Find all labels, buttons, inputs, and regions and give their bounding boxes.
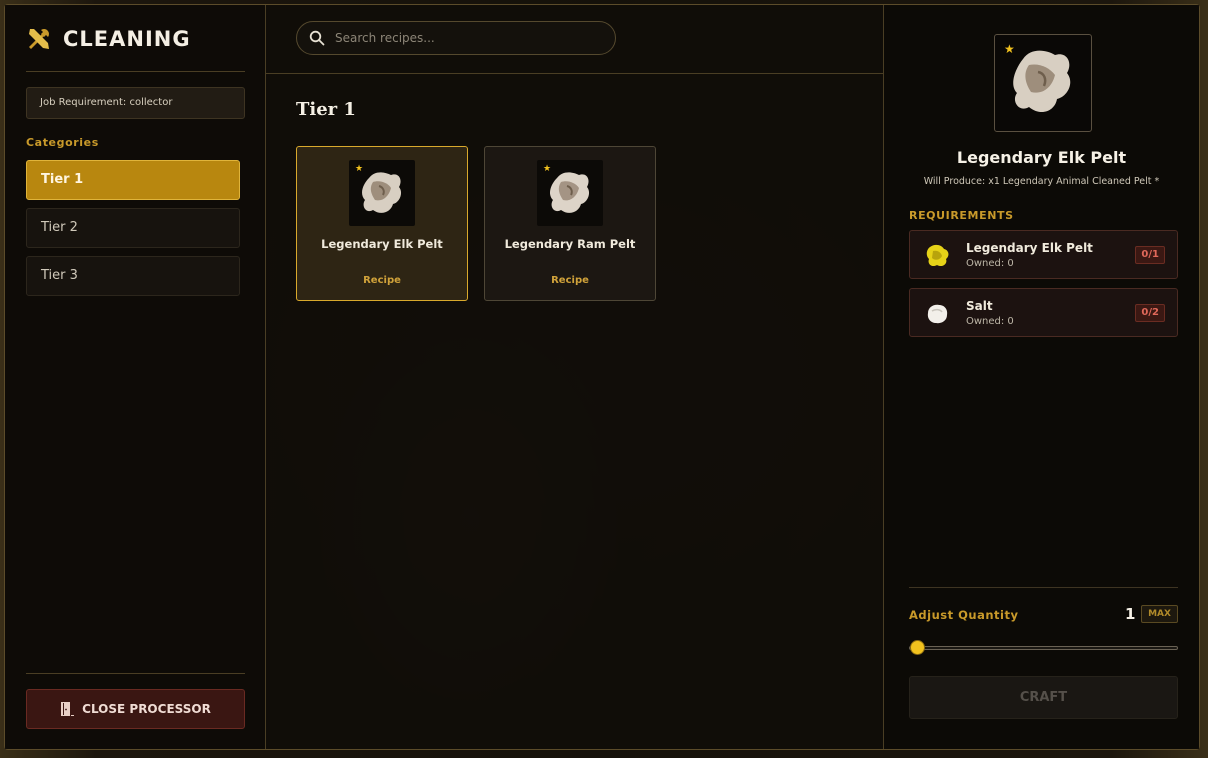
- close-processor-button[interactable]: CLOSE PROCESSOR: [26, 689, 245, 729]
- category-tier-1[interactable]: Tier 1: [26, 160, 240, 200]
- produce-note: Will Produce: x1 Legendary Animal Cleane…: [923, 176, 1160, 187]
- requirement-count-badge: 0/2: [1135, 304, 1165, 322]
- craft-button[interactable]: CRAFT: [909, 676, 1178, 719]
- recipe-name: Legendary Elk Pelt: [321, 237, 443, 251]
- recipe-card-legendary-ram-pelt[interactable]: ★ Legendary Ram Pelt Recipe: [484, 146, 656, 301]
- pelt-thumbnail: ★: [537, 160, 603, 226]
- search-input[interactable]: [333, 30, 597, 46]
- legendary-star-icon: ★: [543, 164, 552, 174]
- processor-window: CLEANING Job Requirement: collector Cate…: [4, 4, 1200, 750]
- requirement-row: Legendary Elk Pelt Owned: 0 0/1: [909, 230, 1178, 279]
- requirement-name: Salt: [966, 299, 993, 313]
- tools-icon: [29, 29, 49, 49]
- requirement-owned: Owned: 0: [966, 316, 1014, 327]
- divider: [26, 71, 245, 72]
- quantity-slider-track[interactable]: [909, 646, 1178, 650]
- yellow-pelt-icon: [926, 244, 949, 267]
- recipe-card-legendary-elk-pelt[interactable]: ★ Legendary Elk Pelt Recipe: [296, 146, 468, 301]
- door-icon: [61, 702, 75, 716]
- legendary-star-icon: ★: [1004, 42, 1015, 56]
- search-bar: [296, 21, 616, 55]
- brand: CLEANING: [25, 25, 191, 53]
- legendary-star-icon: ★: [355, 164, 364, 174]
- requirement-count-badge: 0/1: [1135, 246, 1165, 264]
- tier-title: Tier 1: [296, 99, 356, 120]
- requirements-heading: REQUIREMENTS: [909, 209, 1014, 222]
- divider: [26, 673, 245, 674]
- category-tier-3[interactable]: Tier 3: [26, 256, 240, 296]
- recipe-name: Legendary Ram Pelt: [504, 237, 636, 251]
- detail-title: Legendary Elk Pelt: [956, 148, 1127, 167]
- quantity-value: 1: [1125, 605, 1136, 623]
- salt-icon: [927, 304, 948, 324]
- quantity-label: Adjust Quantity: [909, 608, 1019, 622]
- divider: [266, 73, 883, 74]
- requirement-owned: Owned: 0: [966, 258, 1014, 269]
- recipe-type: Recipe: [551, 275, 589, 286]
- item-preview: ★: [994, 34, 1092, 132]
- recipe-list-panel: Tier 1 ★ Legendary Elk Pelt Recipe ★: [266, 5, 883, 749]
- recipe-type: Recipe: [363, 275, 401, 286]
- quantity-slider-thumb[interactable]: [910, 640, 925, 655]
- pelt-thumbnail: ★: [349, 160, 415, 226]
- categories-heading: Categories: [26, 136, 99, 149]
- close-processor-label: CLOSE PROCESSOR: [82, 702, 211, 716]
- page-title: CLEANING: [63, 27, 191, 51]
- max-button[interactable]: MAX: [1141, 605, 1178, 623]
- job-requirement: Job Requirement: collector: [26, 87, 245, 119]
- recipe-detail-panel: ★ Legendary Elk Pelt Will Produce: x1 Le…: [883, 5, 1199, 749]
- requirement-name: Legendary Elk Pelt: [966, 241, 1093, 255]
- sidebar: CLEANING Job Requirement: collector Cate…: [5, 5, 266, 749]
- search-icon: [309, 30, 325, 46]
- requirement-row: Salt Owned: 0 0/2: [909, 288, 1178, 337]
- divider: [909, 587, 1178, 588]
- category-tier-2[interactable]: Tier 2: [26, 208, 240, 248]
